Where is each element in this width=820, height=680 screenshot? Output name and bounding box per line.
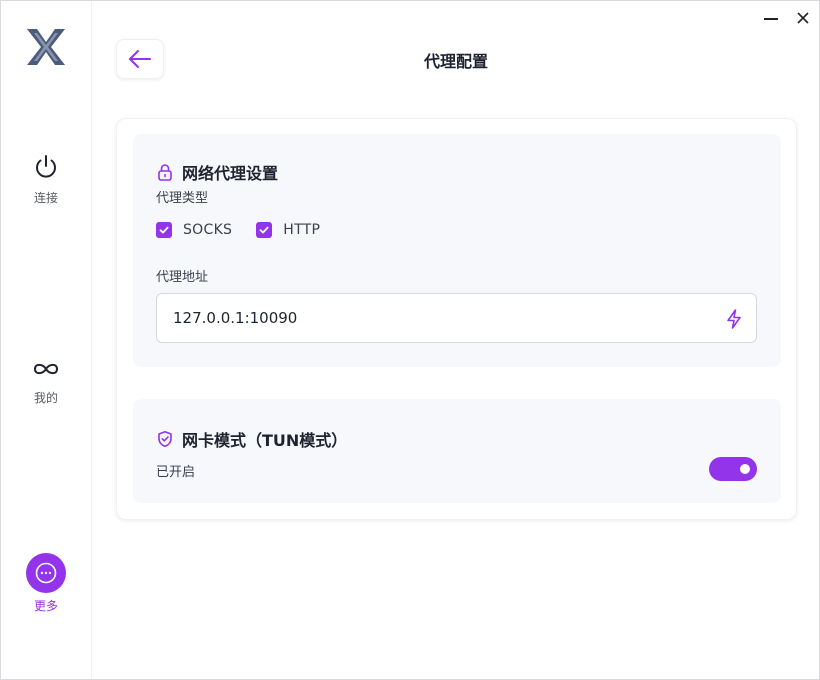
proxy-address-input[interactable]: 127.0.0.1:10090 — [156, 293, 757, 343]
tun-section-title: 网卡模式（TUN模式） — [156, 427, 347, 451]
minimize-button[interactable] — [761, 9, 781, 27]
sidebar-item-label: 我的 — [33, 391, 58, 405]
sidebar-item-label: 更多 — [33, 599, 58, 613]
proxy-settings-section: 网络代理设置 代理类型 SOCKS HTTP 代理地址 127.0.0.1:10… — [133, 134, 781, 367]
more-dots-icon — [35, 562, 57, 584]
tun-mode-section: 网卡模式（TUN模式） 已开启 — [133, 399, 781, 503]
tun-status-text: 已开启 — [156, 465, 196, 480]
proxy-type-label: 代理类型 — [156, 191, 209, 206]
tun-section-title-text: 网卡模式（TUN模式） — [182, 431, 348, 450]
app-window: 连接 我的 更多 代理配置 网络代理设置 代理类型 SOCKS HTTP 代理地… — [0, 0, 820, 680]
settings-card: 网络代理设置 代理类型 SOCKS HTTP 代理地址 127.0.0.1:10… — [116, 118, 797, 520]
sidebar-item-label: 连接 — [33, 191, 58, 205]
close-button[interactable] — [793, 8, 813, 28]
socks-label: SOCKS — [183, 222, 233, 238]
checkbox-checked[interactable] — [156, 222, 172, 238]
proxy-section-title: 网络代理设置 — [156, 160, 278, 184]
proxy-type-options: SOCKS HTTP — [156, 222, 344, 238]
http-label: HTTP — [283, 222, 321, 238]
sidebar-item-mine[interactable]: 我的 — [1, 357, 91, 406]
socks-checkbox[interactable]: SOCKS — [156, 222, 232, 238]
checkbox-checked[interactable] — [256, 222, 273, 238]
infinity-icon — [33, 363, 59, 375]
proxy-section-title-text: 网络代理设置 — [182, 164, 279, 183]
check-icon — [259, 226, 269, 234]
toggle-knob — [740, 464, 750, 474]
power-icon — [36, 155, 56, 178]
check-icon — [159, 226, 169, 234]
close-icon — [797, 12, 809, 24]
sidebar: 连接 我的 更多 — [1, 1, 92, 679]
proxy-address-label: 代理地址 — [156, 270, 209, 285]
proxy-address-value[interactable]: 127.0.0.1:10090 — [173, 309, 297, 327]
http-checkbox[interactable]: HTTP — [256, 222, 320, 238]
back-button[interactable] — [116, 39, 164, 79]
sidebar-item-connect[interactable]: 连接 — [1, 153, 91, 206]
more-button[interactable] — [26, 553, 66, 593]
lock-icon — [158, 164, 172, 181]
bolt-icon[interactable] — [724, 308, 744, 330]
arrow-left-icon — [129, 50, 151, 68]
x-logo — [27, 29, 65, 65]
tun-mode-toggle[interactable] — [709, 457, 757, 481]
sidebar-item-more[interactable]: 更多 — [1, 553, 91, 614]
shield-check-icon — [158, 431, 172, 448]
page-title: 代理配置 — [423, 52, 488, 71]
